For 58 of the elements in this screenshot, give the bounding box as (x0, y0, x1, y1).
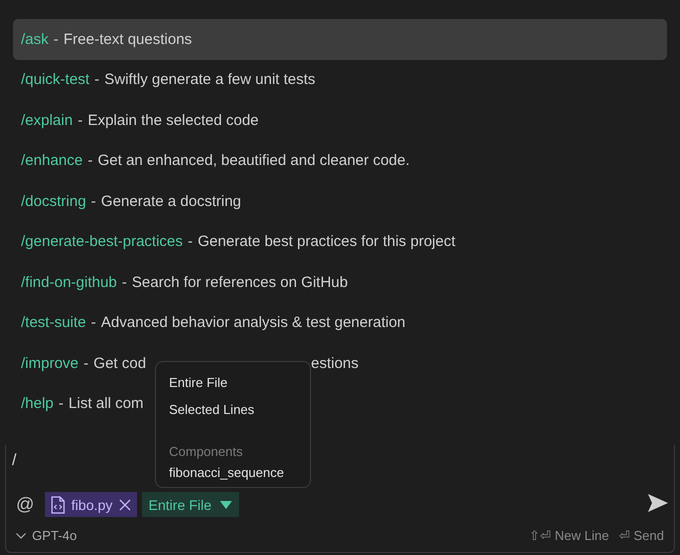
command-description: Get an enhanced, beautified and cleaner code. (98, 152, 410, 170)
command-name: /explain (21, 112, 73, 129)
separator-dash: - (58, 395, 64, 412)
command-description: List all com (68, 395, 144, 412)
command-description: Swiftly generate a few unit tests (104, 71, 316, 88)
mention-button[interactable]: @ (16, 494, 34, 515)
command-description: Generate a docstring (101, 192, 242, 210)
separator-dash: - (94, 71, 100, 88)
chevron-down-icon (16, 532, 26, 538)
model-name: GPT-4o (32, 528, 77, 543)
command-name: /test-suite (21, 314, 86, 332)
separator-dash: - (122, 274, 127, 291)
command-name: /find-on-github (21, 274, 117, 291)
command-name: /generate-best-practices (21, 233, 183, 250)
command-name: /quick-test (21, 71, 90, 88)
file-chip[interactable]: fibo.py (45, 492, 137, 517)
separator-dash: - (91, 314, 96, 332)
send-icon[interactable] (648, 494, 668, 512)
model-selector[interactable]: GPT-4o (16, 528, 77, 543)
file-name: fibo.py (71, 496, 113, 512)
separator-dash: - (91, 192, 96, 210)
caret-icon (220, 500, 232, 508)
scope-dropdown[interactable]: Entire File (142, 492, 239, 517)
separator-dash: - (84, 354, 89, 372)
command-name: /improve (21, 354, 79, 372)
command-description: Explain the selected code (88, 112, 259, 129)
command-description: estions (311, 354, 359, 372)
command-item[interactable]: /test-suite - Advanced behavior analysis & test generation (13, 302, 410, 343)
command-item[interactable]: /find-on-github - Search for references on GitHub (13, 262, 352, 302)
command-item[interactable]: /quick-test - Swiftly generate a few unit tests (13, 60, 320, 100)
command-item[interactable]: /help - List all com (13, 384, 148, 424)
menu-section-header: Components (169, 443, 244, 459)
shortcut-hint: ⇧⏎ New Line (529, 528, 609, 543)
command-description: Get cod (94, 354, 146, 372)
separator-dash: - (188, 233, 193, 250)
command-description: Generate best practices for this project (198, 233, 456, 250)
command-name: /enhance (21, 152, 83, 170)
command-name: /docstring (21, 192, 86, 210)
code-file-icon (51, 496, 66, 514)
command-item[interactable]: /enhance - Get an enhanced, beautified and cleaner code. (13, 140, 414, 181)
separator-dash: - (78, 112, 83, 129)
command-description: Free-text questions (64, 30, 192, 48)
command-item[interactable]: /explain - Explain the selected code (13, 100, 263, 140)
command-name: /help (21, 395, 54, 412)
command-description: Advanced behavior analysis & test generation (101, 314, 406, 332)
menu-item[interactable]: Selected Lines (169, 396, 310, 423)
close-icon[interactable] (118, 498, 131, 510)
command-name: /ask (21, 30, 49, 48)
command-item[interactable]: /ask - Free-text questions (13, 19, 667, 60)
menu-item[interactable]: Entire File (169, 369, 310, 396)
input-field[interactable]: / (12, 452, 132, 470)
separator-dash: - (54, 30, 59, 48)
menu-item[interactable]: fibonacci_sequence (169, 459, 310, 486)
separator-dash: - (88, 152, 93, 170)
command-item[interactable]: /docstring - Generate a docstring (13, 181, 246, 222)
shortcut-hint: ⏎ Send (619, 528, 664, 543)
command-item[interactable]: /generate-best-practices - Generate best practices for this project (13, 222, 460, 262)
command-description: Search for references on GitHub (132, 274, 348, 291)
